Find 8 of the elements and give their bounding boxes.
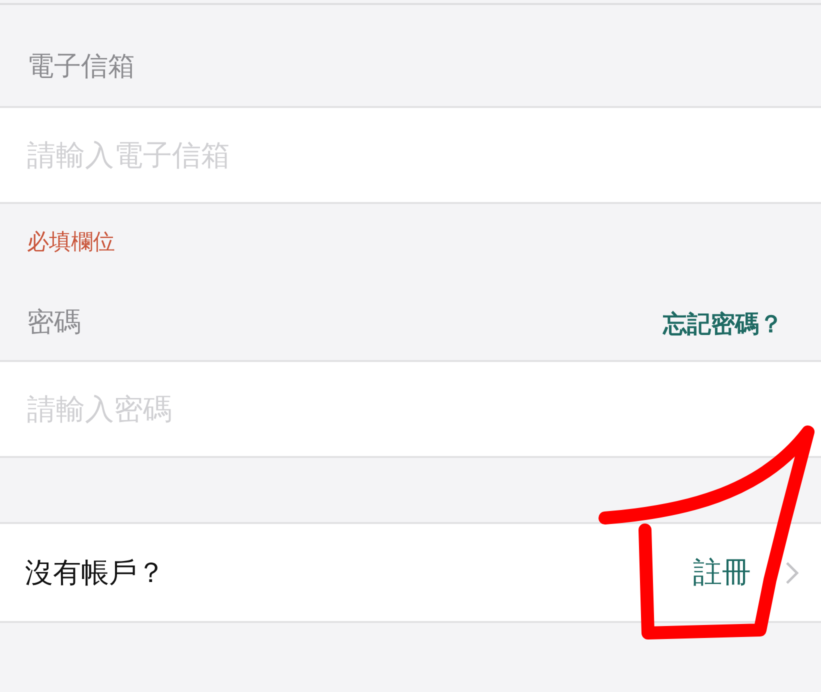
error-message: 必填欄位 <box>27 229 115 257</box>
signup-row[interactable]: 沒有帳戶？ 註冊 <box>0 524 821 623</box>
forgot-password-link[interactable]: 忘記密碼？ <box>663 308 783 340</box>
chevron-right-icon <box>785 560 799 584</box>
signup-link[interactable]: 註冊 <box>693 552 751 592</box>
field-label: 密碼 <box>27 306 81 340</box>
field-label: 電子信箱 <box>27 50 135 84</box>
signup-prompt: 沒有帳戶？ <box>25 554 165 590</box>
